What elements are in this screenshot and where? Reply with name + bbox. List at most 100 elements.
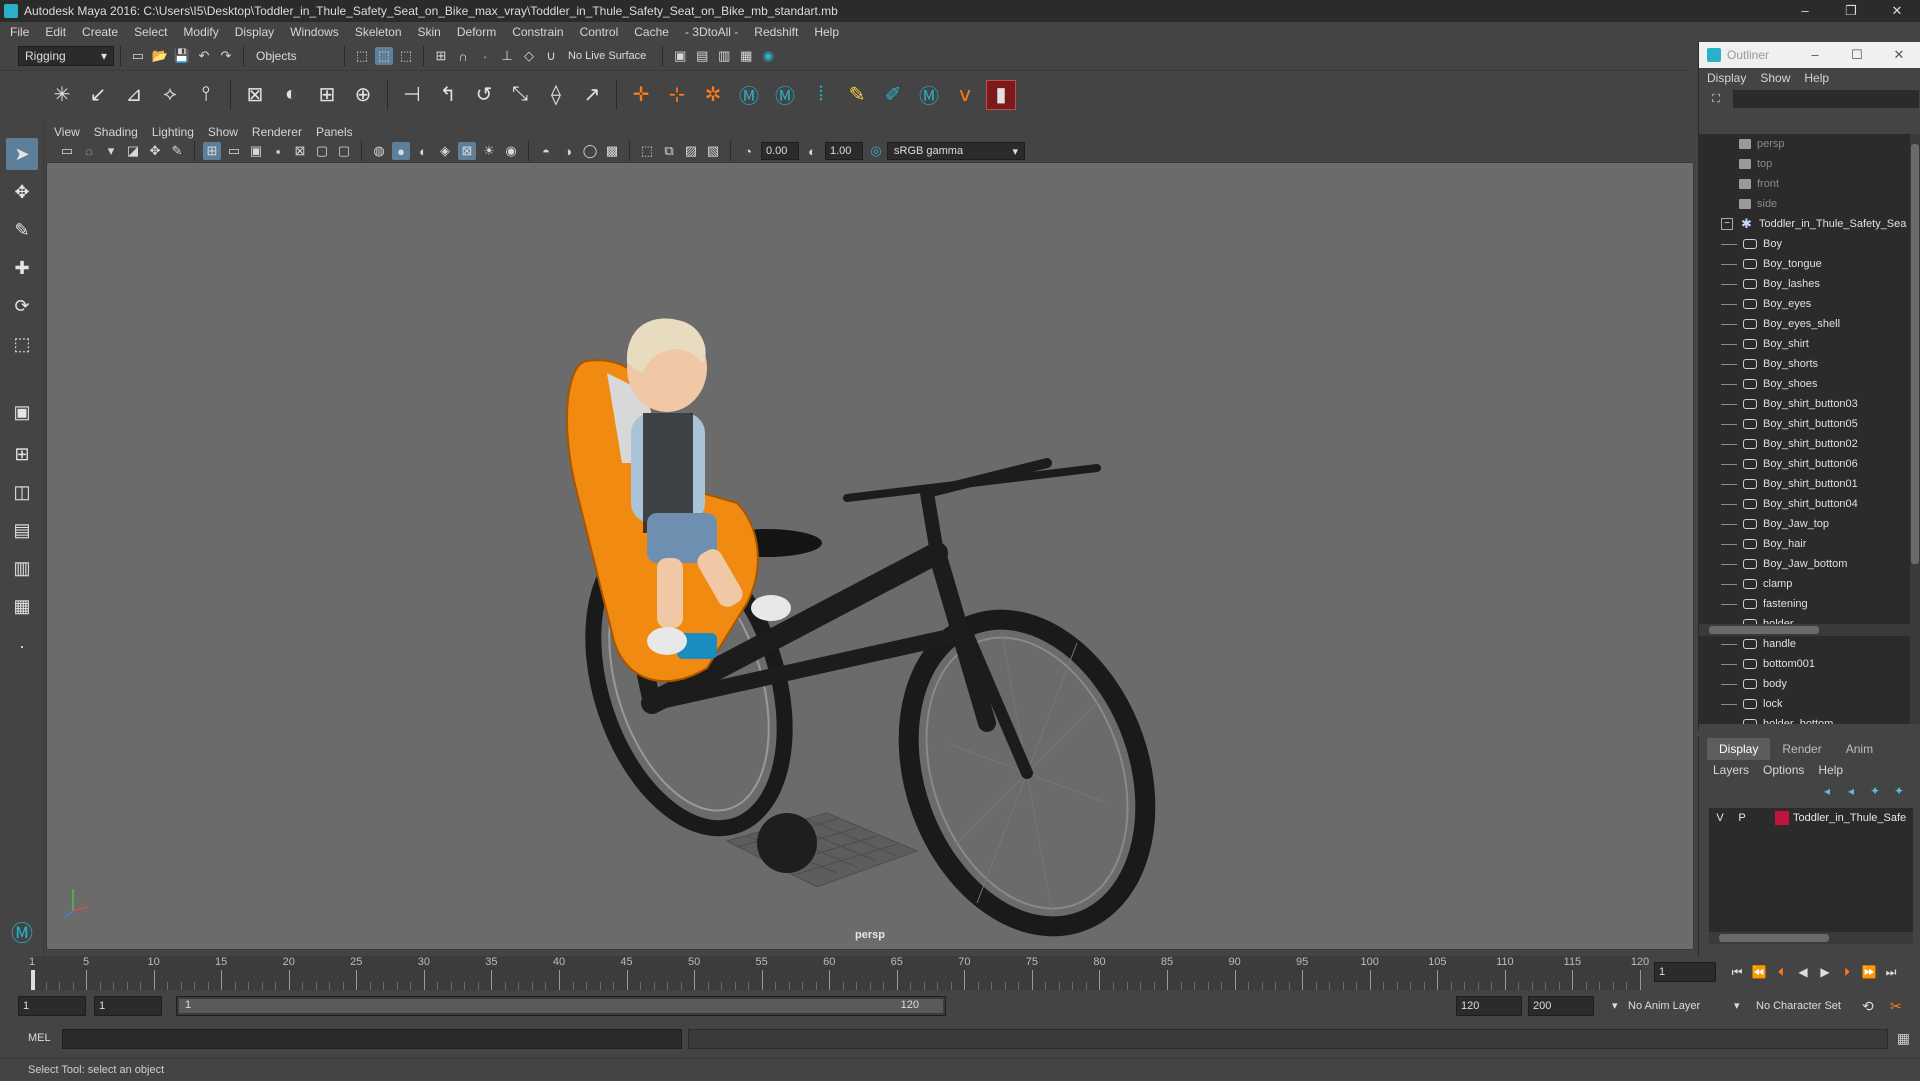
- time-slider-track[interactable]: 1 5 10 15 20 25 30 35 40 45 50 55 60 65 70 75 80 85 90 95 10…: [29, 956, 1649, 990]
- collapse-toggle-icon[interactable]: −: [1721, 218, 1733, 230]
- outliner-maximize-button[interactable]: ☐: [1836, 42, 1878, 68]
- menu-control[interactable]: Control: [580, 25, 619, 39]
- exposure-field[interactable]: 0.00: [761, 142, 799, 160]
- exposure-icon[interactable]: ◔: [739, 142, 757, 160]
- xray-joints-icon[interactable]: ⧉: [660, 142, 678, 160]
- scrollbar-thumb[interactable]: [1911, 144, 1919, 564]
- xray-icon[interactable]: ⊠: [458, 142, 476, 160]
- anim-prefs-icon[interactable]: ✂: [1890, 996, 1902, 1016]
- four-view-icon[interactable]: ⊞: [6, 438, 38, 470]
- v-tool-icon[interactable]: ⅴ: [950, 80, 980, 110]
- tab-render[interactable]: Render: [1770, 738, 1833, 760]
- layer-menu-options[interactable]: Options: [1763, 763, 1804, 777]
- lasso-tool-icon[interactable]: ✥: [6, 176, 38, 208]
- layer-color-swatch[interactable]: [1775, 811, 1789, 825]
- isolate-select-icon[interactable]: ⬚: [638, 142, 656, 160]
- undo-icon[interactable]: ↶: [195, 47, 213, 65]
- list-item[interactable]: handle: [1699, 634, 1911, 654]
- chevron-down-icon[interactable]: ▾: [1612, 996, 1618, 1016]
- graph-persp-icon[interactable]: ▥: [6, 552, 38, 584]
- playback-toggle[interactable]: P: [1731, 812, 1753, 824]
- gate-mask-icon[interactable]: ▪: [269, 142, 287, 160]
- chevron-down-icon[interactable]: ▾: [1734, 996, 1740, 1016]
- paint-select-icon[interactable]: ✎: [6, 214, 38, 246]
- backface-icon[interactable]: ▧: [704, 142, 722, 160]
- menu-windows[interactable]: Windows: [290, 25, 339, 39]
- list-item[interactable]: front: [1699, 174, 1911, 194]
- view-transform-dropdown[interactable]: sRGB gamma ▾: [887, 142, 1025, 160]
- outliner-menu-help[interactable]: Help: [1804, 71, 1829, 85]
- save-scene-icon[interactable]: 💾: [173, 47, 191, 65]
- film-gate-icon[interactable]: ▭: [225, 142, 243, 160]
- insert-joint-icon[interactable]: ⟡: [155, 80, 185, 110]
- wireframe-icon[interactable]: ◍: [370, 142, 388, 160]
- menu-file[interactable]: File: [10, 25, 29, 39]
- panel-menu-shading[interactable]: Shading: [94, 125, 138, 139]
- redo-icon[interactable]: ↷: [217, 47, 235, 65]
- select-object-icon[interactable]: ⬚: [375, 47, 393, 65]
- layer-menu-help[interactable]: Help: [1818, 763, 1843, 777]
- outliner-search-input[interactable]: [1733, 90, 1919, 108]
- attributes-icon[interactable]: ⦙: [806, 80, 836, 110]
- new-scene-icon[interactable]: ▭: [129, 47, 147, 65]
- panel-menu-show[interactable]: Show: [208, 125, 238, 139]
- move-tool-icon[interactable]: ✚: [6, 252, 38, 284]
- list-item[interactable]: holder_bottom: [1699, 714, 1911, 724]
- orange-joint-icon[interactable]: ⊹: [662, 80, 692, 110]
- outliner-menu-display[interactable]: Display: [1707, 71, 1746, 85]
- live-surface-label[interactable]: No Live Surface: [568, 50, 646, 62]
- new-layer-selected-icon[interactable]: ✦: [1890, 784, 1908, 798]
- screen-space-ao-icon[interactable]: ◓: [537, 142, 555, 160]
- select-hierarchy-icon[interactable]: ⬚: [353, 47, 371, 65]
- maya-logo-3-icon[interactable]: Ⓜ: [914, 80, 944, 110]
- field-chart-icon[interactable]: ⊠: [291, 142, 309, 160]
- step-back-frame-icon[interactable]: ⏴: [1770, 962, 1792, 982]
- list-item[interactable]: Boy_hair: [1699, 534, 1911, 554]
- scale-tool-icon[interactable]: ⬚: [6, 328, 38, 360]
- snap-point-icon[interactable]: ∙: [476, 47, 494, 65]
- rotate-tool-icon[interactable]: ⟳: [6, 290, 38, 322]
- list-item[interactable]: Boy_shirt_button06: [1699, 454, 1911, 474]
- list-item-group[interactable]: − ✱ Toddler_in_Thule_Safety_Sea: [1699, 214, 1911, 234]
- range-slider-bar-fill[interactable]: [179, 999, 943, 1013]
- list-item[interactable]: Boy_shirt: [1699, 334, 1911, 354]
- hypershade-icon[interactable]: ◉: [759, 47, 777, 65]
- tab-display[interactable]: Display: [1707, 738, 1771, 760]
- script-editor-icon[interactable]: ▦: [1897, 1030, 1910, 1047]
- shadows-icon[interactable]: ◉: [502, 142, 520, 160]
- outliner-horizontal-scrollbar[interactable]: [1699, 624, 1911, 636]
- scrollbar-thumb[interactable]: [1709, 626, 1819, 634]
- 2d-pan-icon[interactable]: ✥: [146, 142, 164, 160]
- list-item[interactable]: Boy_shorts: [1699, 354, 1911, 374]
- list-item[interactable]: Boy_Jaw_bottom: [1699, 554, 1911, 574]
- snap-curve-icon[interactable]: ∩: [454, 47, 472, 65]
- menu-constrain[interactable]: Constrain: [512, 25, 563, 39]
- layer-menu-layers[interactable]: Layers: [1713, 763, 1749, 777]
- anim-layer-dropdown[interactable]: No Anim Layer: [1628, 996, 1700, 1016]
- panel-menu-panels[interactable]: Panels: [316, 125, 353, 139]
- current-frame-marker[interactable]: [31, 970, 35, 990]
- parent-constraint-icon[interactable]: ⟠: [541, 80, 571, 110]
- list-item[interactable]: Boy_shirt_button01: [1699, 474, 1911, 494]
- play-forwards-icon[interactable]: ▶: [1814, 962, 1836, 982]
- xray-active-icon[interactable]: ▨: [682, 142, 700, 160]
- lights-icon[interactable]: ☀: [480, 142, 498, 160]
- menu-set-dropdown[interactable]: Rigging ▾: [18, 46, 114, 66]
- current-frame-field[interactable]: 1: [1654, 962, 1716, 982]
- list-item[interactable]: top: [1699, 154, 1911, 174]
- gamma-field[interactable]: 1.00: [825, 142, 863, 160]
- smooth-shade-icon[interactable]: ●: [392, 142, 410, 160]
- motion-blur-icon[interactable]: ◑: [559, 142, 577, 160]
- aim-constraint-icon[interactable]: ↰: [433, 80, 463, 110]
- bookmark-icon[interactable]: ▾: [102, 142, 120, 160]
- menu-edit[interactable]: Edit: [45, 25, 66, 39]
- scale-constraint-icon[interactable]: ⤡: [505, 80, 535, 110]
- scrollbar-thumb[interactable]: [1719, 934, 1829, 942]
- maximize-button[interactable]: ❐: [1828, 0, 1874, 22]
- mel-label[interactable]: MEL: [28, 1032, 51, 1044]
- menu-cache[interactable]: Cache: [634, 25, 669, 39]
- end-time-field[interactable]: 200: [1528, 996, 1594, 1016]
- list-item[interactable]: Boy_Jaw_top: [1699, 514, 1911, 534]
- step-back-key-icon[interactable]: ⏪: [1748, 962, 1770, 982]
- list-item[interactable]: Boy_shirt_button03: [1699, 394, 1911, 414]
